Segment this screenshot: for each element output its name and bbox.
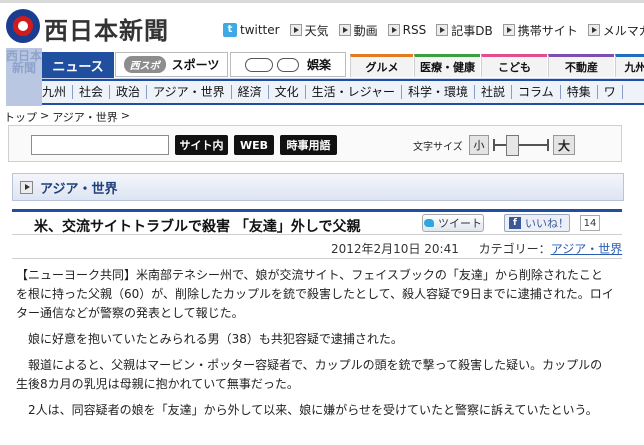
search-input[interactable]: [31, 135, 169, 155]
twitter-link[interactable]: t twitter: [223, 21, 280, 39]
cloud-icon: [276, 57, 299, 72]
cloud-icon: [244, 57, 273, 72]
twitter-link-label: twitter: [240, 23, 280, 37]
article-paragraph: 【ニューヨーク共同】米南部テネシー州で、娘が交流サイト、フェイスブックの「友達」…: [16, 268, 614, 320]
article-title: 米、交流サイトトラブルで殺害 「友達」外しで父親: [34, 219, 361, 235]
header-links: t twitter 天気 動画 RSS 記事DB 携帯サイト メルマガ: [223, 21, 644, 39]
breadcrumb: トップ > アジア・世界 >: [4, 109, 133, 125]
site-logo-text[interactable]: 西日本新聞: [44, 11, 169, 46]
font-size-large-button[interactable]: 大: [553, 135, 575, 155]
arrow-right-icon: [289, 24, 302, 36]
article-paragraph: 2人は、同容疑者の娘を「友達」から外して以来、娘に嫌がらせを受けていたと警察に訴…: [28, 403, 598, 417]
article-paragraph: 報道によると、父親はマービン・ポッター容疑者で、カップルの頭を銃で撃って殺害した…: [16, 358, 603, 391]
facebook-icon: f: [509, 217, 521, 229]
article-db-link-label: 記事DB: [451, 23, 493, 38]
weather-link-label: 天気: [304, 23, 329, 38]
tab-real-estate[interactable]: 不動産: [548, 54, 614, 77]
section-title[interactable]: アジア・世界: [40, 178, 117, 197]
subnav-item-column[interactable]: コラム: [512, 85, 561, 99]
subnav-item-society[interactable]: 社会: [73, 85, 111, 99]
nishispo-badge: 西スポ: [123, 56, 166, 73]
twitter-bird-icon: [424, 219, 434, 227]
like-button-label: いいね！: [525, 217, 569, 230]
breadcrumb-separator: >: [120, 109, 130, 122]
web-search-button[interactable]: WEB: [234, 135, 274, 155]
subnav-item-asia-world[interactable]: アジア・世界: [147, 85, 232, 99]
font-size-slider-track[interactable]: [493, 139, 549, 151]
article-db-link[interactable]: 記事DB: [436, 21, 493, 39]
side-vertical-logo: 西日本新聞: [6, 48, 42, 106]
rss-link-label: RSS: [402, 23, 427, 37]
nishinippon-logo-icon[interactable]: [6, 9, 40, 43]
subnav-item-kyushu[interactable]: 九州: [42, 85, 74, 99]
mobile-site-link[interactable]: 携帯サイト: [502, 21, 578, 39]
tab-sports[interactable]: 西スポ スポーツ: [115, 52, 228, 77]
twitter-icon: t: [223, 23, 237, 37]
arrow-right-icon: [338, 24, 351, 36]
term-search-button[interactable]: 時事用語: [280, 135, 337, 155]
article-date: 2012年2月10日 20:41: [331, 242, 459, 256]
news-subnav: 九州 社会 政治 アジア・世界 経済 文化 生活・レジャー 科学・環境 社説 コ…: [42, 78, 644, 105]
site-header: 西日本新聞 t twitter 天気 動画 RSS 記事DB 携帯サイト メルマ…: [0, 0, 644, 48]
tab-entertainment[interactable]: 娯楽: [230, 52, 346, 77]
subnav-item-culture[interactable]: 文化: [269, 85, 306, 99]
subnav-item-editorial[interactable]: 社説: [475, 85, 513, 99]
search-bar: サイト内 WEB 時事用語 文字サイズ 小 大: [8, 125, 622, 162]
tab-entertainment-label: 娯楽: [306, 58, 331, 72]
article-meta: 2012年2月10日 20:41 カテゴリー：アジア・世界: [331, 240, 622, 257]
site-search-button[interactable]: サイト内: [175, 135, 228, 155]
arrow-right-icon: [436, 24, 449, 36]
breadcrumb-home[interactable]: トップ: [4, 109, 37, 125]
category-label: カテゴリー：: [478, 242, 551, 256]
subnav-item-politics[interactable]: 政治: [110, 85, 148, 99]
tab-kids[interactable]: こども: [481, 54, 547, 77]
tweet-button[interactable]: ツイート: [422, 214, 484, 232]
mobile-site-link-label: 携帯サイト: [517, 23, 578, 38]
video-link-label: 動画: [353, 23, 378, 38]
weather-link[interactable]: 天気: [289, 21, 329, 39]
font-size-small-button[interactable]: 小: [469, 135, 489, 155]
tweet-button-label: ツイート: [438, 217, 482, 230]
tab-gourmet[interactable]: グルメ: [350, 54, 413, 77]
subnav-item-science-env[interactable]: 科学・環境: [402, 85, 476, 99]
article-divider: [12, 258, 622, 259]
news-subnav-items: 九州 社会 政治 アジア・世界 経済 文化 生活・レジャー 科学・環境 社説 コ…: [42, 81, 644, 103]
tab-health[interactable]: 医療・健康: [414, 54, 480, 77]
article-header: 米、交流サイトトラブルで殺害 「友達」外しで父親 ツイート f いいね！ 14: [12, 209, 622, 235]
breadcrumb-separator: >: [40, 109, 50, 122]
like-count: 14: [580, 215, 600, 231]
newsletter-link-label: メルマガ: [602, 23, 644, 38]
article-paragraph: 娘に好意を抱いていたとみられる男（38）も共犯容疑で逮捕された。: [28, 332, 403, 346]
font-size-slider-thumb[interactable]: [506, 135, 519, 156]
subnav-item-more[interactable]: ワ: [598, 85, 623, 99]
article-body: 【ニューヨーク共同】米南部テネシー州で、娘が交流サイト、フェイスブックの「友達」…: [16, 266, 614, 427]
arrow-right-icon: [20, 180, 33, 194]
facebook-like-button[interactable]: f いいね！: [504, 214, 570, 232]
subnav-item-economy[interactable]: 経済: [232, 85, 269, 99]
tab-news[interactable]: ニュース: [42, 52, 114, 78]
subnav-item-life-leisure[interactable]: 生活・レジャー: [306, 85, 403, 99]
newsletter-link[interactable]: メルマガ: [587, 21, 644, 39]
arrow-right-icon: [387, 24, 400, 36]
rss-link[interactable]: RSS: [387, 21, 427, 39]
tab-sports-label: スポーツ: [171, 58, 220, 72]
arrow-right-icon: [502, 24, 515, 36]
category-link[interactable]: アジア・世界: [551, 242, 623, 256]
tab-kyushu[interactable]: 九州: [615, 54, 644, 77]
video-link[interactable]: 動画: [338, 21, 378, 39]
breadcrumb-current[interactable]: アジア・世界: [52, 109, 118, 125]
arrow-right-icon: [587, 24, 600, 36]
subnav-item-feature[interactable]: 特集: [561, 85, 598, 99]
font-size-label: 文字サイズ: [413, 142, 463, 153]
section-header: アジア・世界: [12, 173, 624, 201]
